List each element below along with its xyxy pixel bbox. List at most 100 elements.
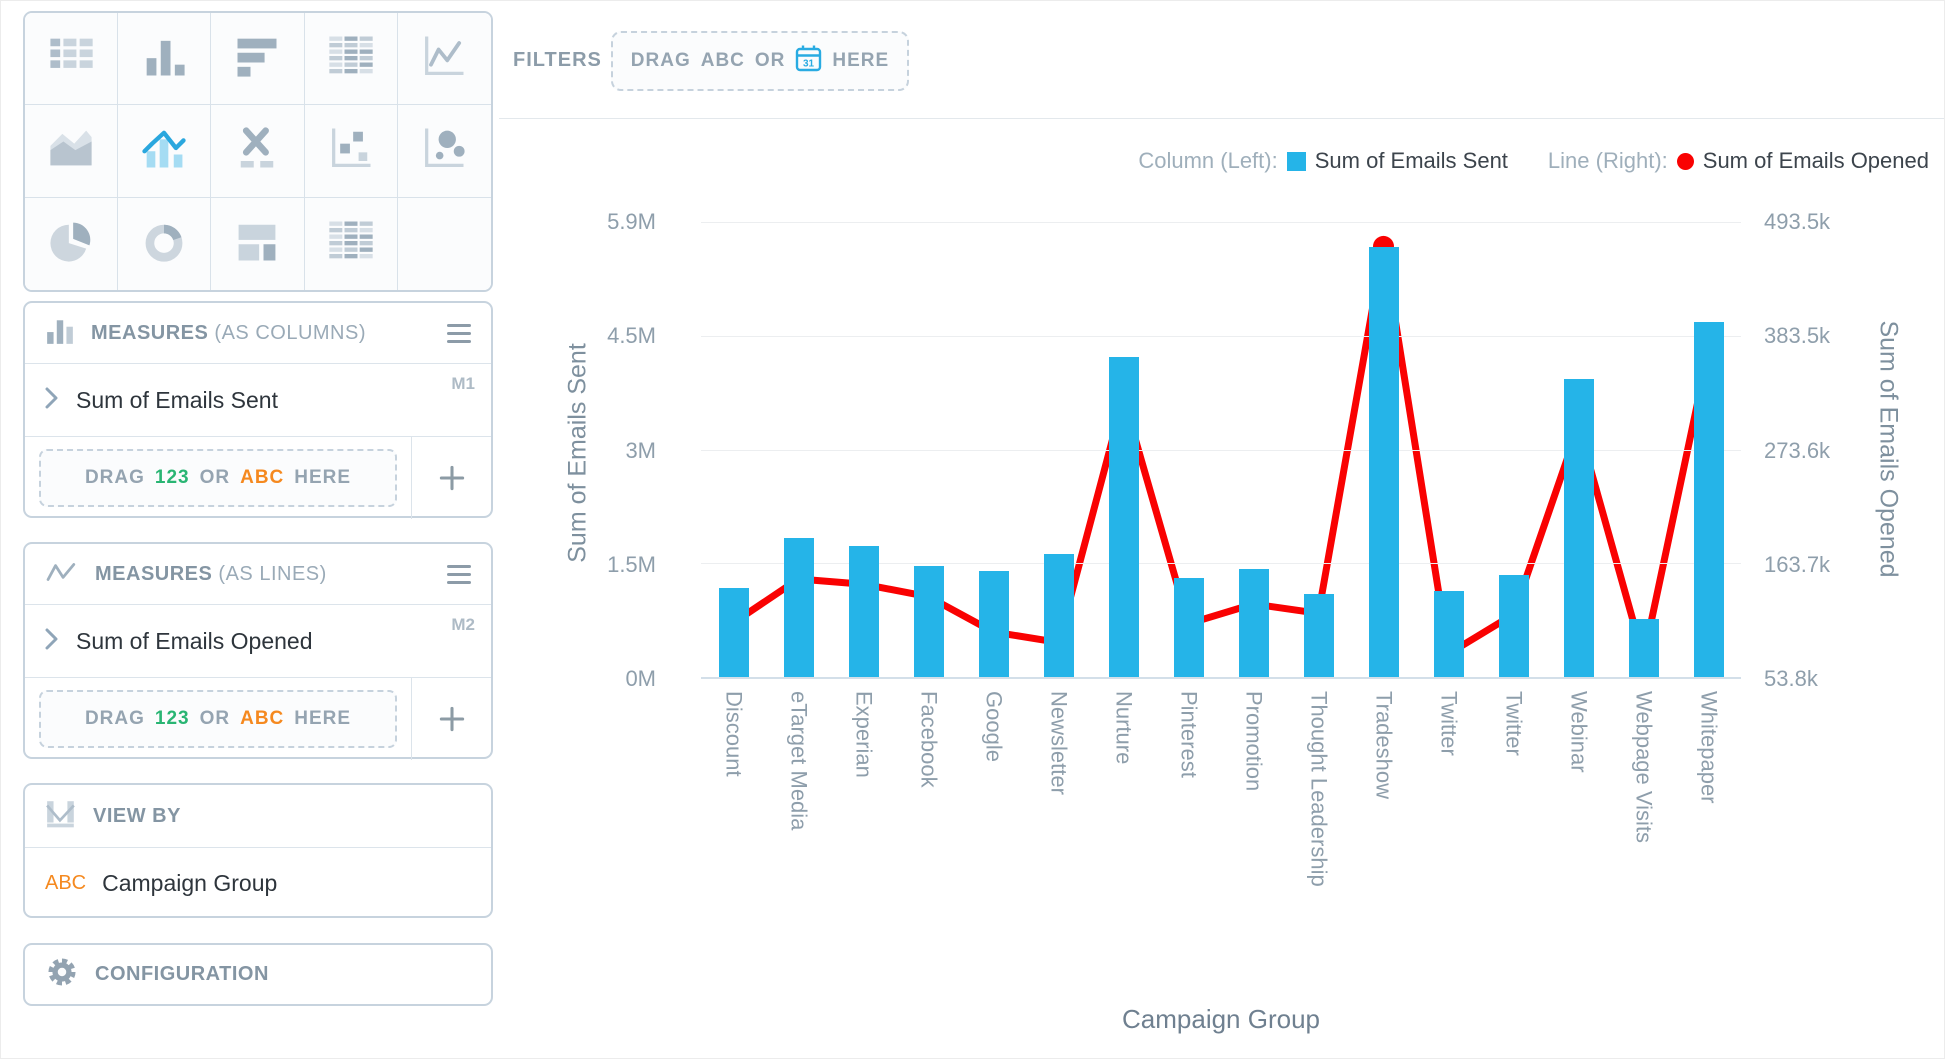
column-bar-google[interactable] <box>979 571 1009 677</box>
add-measure-button[interactable] <box>411 437 491 519</box>
text-token: ABC <box>240 708 284 730</box>
x-tick-label: Webinar <box>1566 691 1592 773</box>
line-dot-icon <box>1677 153 1694 170</box>
chart-type-combo[interactable] <box>118 105 211 197</box>
panel-title: VIEW BY <box>93 805 181 828</box>
column-bar-webinar[interactable] <box>1564 379 1594 677</box>
chart-type-bar[interactable] <box>211 13 304 105</box>
or-word: OR <box>755 50 786 72</box>
numeric-token: 123 <box>155 708 190 730</box>
configuration-panel[interactable]: CONFIGURATION <box>23 943 493 1006</box>
plot-area <box>701 222 1741 679</box>
column-bar-tradeshow[interactable] <box>1369 247 1399 677</box>
divider <box>499 118 1945 119</box>
chart-type-scatter[interactable] <box>305 105 398 197</box>
chart-type-donut[interactable] <box>118 198 211 290</box>
text-token: ABC <box>240 467 284 489</box>
add-measure-button[interactable] <box>411 678 491 760</box>
column-bar-twitter[interactable] <box>1434 591 1464 677</box>
measure-item-emails-sent[interactable]: Sum of Emails Sent M1 <box>25 364 491 437</box>
pivot-table-icon <box>325 30 377 87</box>
x-axis-title: Campaign Group <box>701 1004 1741 1035</box>
legend-item-line[interactable]: Line (Right): Sum of Emails Opened <box>1548 148 1929 174</box>
bubble-chart-icon <box>418 122 470 179</box>
column-bar-nurture[interactable] <box>1109 357 1139 677</box>
chevron-right-icon[interactable] <box>45 387 58 414</box>
filters-label: FILTERS <box>513 49 602 72</box>
measure-name: Sum of Emails Opened <box>76 628 313 655</box>
panel-subtitle: (AS COLUMNS) <box>214 322 366 344</box>
column-bar-pinterest[interactable] <box>1174 578 1204 677</box>
here-word: HERE <box>294 708 351 730</box>
pie-chart-icon <box>45 215 97 272</box>
column-bar-discount[interactable] <box>719 588 749 677</box>
x-tick-label: Experian <box>851 691 877 778</box>
x-tick-label: Facebook <box>916 691 942 788</box>
layout-icon <box>231 215 283 272</box>
chart-type-layout[interactable] <box>211 198 304 290</box>
column-bar-webpage-visits[interactable] <box>1629 619 1659 677</box>
here-word: HERE <box>294 467 351 489</box>
panel-title: CONFIGURATION <box>95 963 269 986</box>
x-tick-label: Twitter <box>1501 691 1527 756</box>
left-axis-ticks: 5.9M4.5M3M1.5M0M <box>541 222 656 679</box>
right-tick-label: 53.8k <box>1764 666 1818 692</box>
x-tick-label: Promotion <box>1241 691 1267 791</box>
columns-measure-icon <box>45 316 75 351</box>
view-by-field-campaign-group[interactable]: ABC Campaign Group <box>25 848 491 918</box>
legend-item-columns[interactable]: Column (Left): Sum of Emails Sent <box>1138 148 1508 174</box>
column-bar-whitepaper[interactable] <box>1694 322 1724 677</box>
measure-badge: M1 <box>451 374 475 394</box>
combo-chart-icon <box>138 122 190 179</box>
column-bar-experian[interactable] <box>849 546 879 677</box>
right-axis-ticks: 493.5k383.5k273.6k163.7k53.8k <box>1764 222 1894 679</box>
measure-item-emails-opened[interactable]: Sum of Emails Opened M2 <box>25 605 491 678</box>
legend-series-name: Sum of Emails Sent <box>1315 148 1508 174</box>
chart-type-summary-table[interactable] <box>305 198 398 290</box>
column-bar-newsletter[interactable] <box>1044 554 1074 677</box>
drag-measure-dropzone[interactable]: DRAG 123 OR ABC HERE <box>39 690 397 748</box>
donut-chart-icon <box>138 215 190 272</box>
chart-type-bubble[interactable] <box>398 105 491 197</box>
chart-type-pivot[interactable] <box>305 13 398 105</box>
left-tick-label: 4.5M <box>607 323 656 349</box>
chart-type-column[interactable] <box>118 13 211 105</box>
x-tick-label: Newsletter <box>1046 691 1072 795</box>
column-bar-etarget-media[interactable] <box>784 538 814 677</box>
chart-type-table[interactable] <box>25 13 118 105</box>
measures-lines-panel: MEASURES (AS LINES) Sum of Emails Opened… <box>23 542 493 759</box>
legend-axis-label: Column (Left): <box>1138 148 1277 174</box>
chart-type-pie[interactable] <box>25 198 118 290</box>
column-bar-promotion[interactable] <box>1239 569 1269 677</box>
legend-axis-label: Line (Right): <box>1548 148 1668 174</box>
chart-type-area[interactable] <box>25 105 118 197</box>
text-token: ABC <box>45 872 86 895</box>
gridline <box>701 336 1741 337</box>
menu-icon[interactable] <box>447 324 471 343</box>
measure-badge: M2 <box>451 615 475 635</box>
left-tick-label: 1.5M <box>607 552 656 578</box>
column-bar-facebook[interactable] <box>914 566 944 677</box>
column-bar-thought-leadership[interactable] <box>1304 594 1334 677</box>
chart-type-x-summary[interactable] <box>211 105 304 197</box>
filters-dropzone[interactable]: DRAG ABC OR 31 HERE <box>611 31 909 91</box>
view-by-icon <box>45 798 77 835</box>
drag-measure-dropzone[interactable]: DRAG 123 OR ABC HERE <box>39 449 397 507</box>
x-tick-label: Thought Leadership <box>1306 691 1332 887</box>
or-word: OR <box>200 467 231 489</box>
field-name: Campaign Group <box>102 870 277 897</box>
chart-type-line[interactable] <box>398 13 491 105</box>
right-tick-label: 273.6k <box>1764 438 1830 464</box>
area-chart-icon <box>45 122 97 179</box>
summary-table-icon <box>325 215 377 272</box>
measure-name: Sum of Emails Sent <box>76 387 278 414</box>
lines-measure-icon <box>45 557 79 592</box>
right-tick-label: 383.5k <box>1764 323 1830 349</box>
x-tick-label: Whitepaper <box>1696 691 1722 804</box>
chart-type-picker <box>23 11 493 292</box>
drag-word: DRAG <box>85 467 145 489</box>
x-tick-label: Webpage Visits <box>1631 691 1657 843</box>
chevron-right-icon[interactable] <box>45 628 58 655</box>
menu-icon[interactable] <box>447 565 471 584</box>
column-bar-twitter[interactable] <box>1499 575 1529 677</box>
